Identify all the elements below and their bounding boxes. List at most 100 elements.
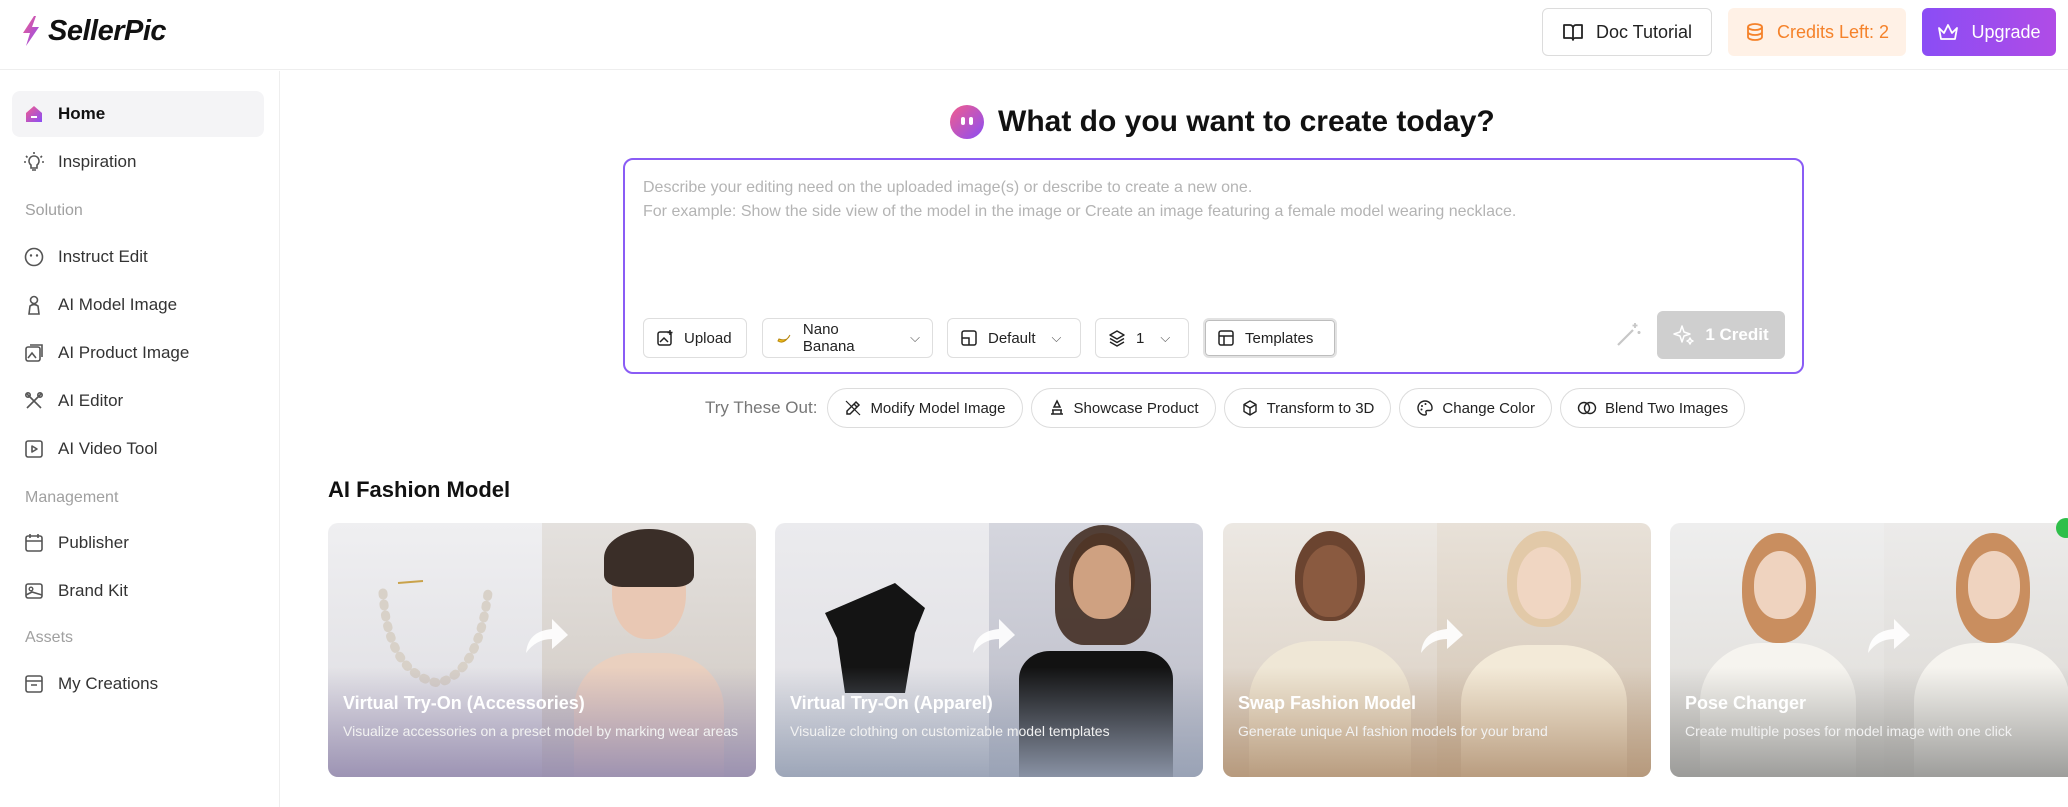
assistant-avatar-icon [950,105,984,139]
upgrade-label: Upgrade [1971,21,2041,42]
templates-icon [1218,330,1234,346]
video-icon [22,437,46,461]
card-overlay [1670,667,2068,777]
section-label-assets: Assets [25,629,74,646]
sidebar-item-ai-video-tool[interactable]: AI Video Tool [12,426,264,472]
sidebar-item-label: Inspiration [58,152,137,171]
sidebar-item-label: Instruct Edit [58,247,148,266]
card-title: Swap Fashion Model [1238,693,1417,713]
chip-transform-to-3d[interactable]: Transform to 3D [1223,388,1392,428]
ratio-select[interactable]: Default ⌵ [947,318,1081,358]
sidebar-item-label: My Creations [58,674,159,693]
aspect-ratio-icon [961,330,977,346]
chip-label: Modify Model Image [870,399,1006,417]
sidebar-item-label: Brand Kit [58,581,128,600]
sidebar-item-ai-product-image[interactable]: AI Product Image [12,330,264,376]
sidebar-item-ai-model-image[interactable]: AI Model Image [12,282,264,328]
ratio-select-value: Default [988,329,1036,347]
credits-label: Credits Left: 2 [1776,21,1890,42]
home-icon [22,102,46,126]
card-title: Virtual Try-On (Accessories) [343,693,585,713]
archive-icon [22,672,46,696]
arrow-right-icon [1421,619,1463,653]
prompt-input[interactable]: Describe your editing need on the upload… [623,158,1804,374]
model-select-value: Nano Banana [802,321,855,355]
arrow-right-icon [1868,619,1910,653]
count-select[interactable]: 1 ⌵ [1095,318,1189,358]
section-label-solution: Solution [25,202,83,219]
credits-button[interactable]: Credits Left: 2 [1728,8,1906,56]
upload-label: Upload [684,329,732,347]
model-select[interactable]: Nano Banana ⌵ [762,318,933,358]
chip-change-color[interactable]: Change Color [1399,388,1552,428]
chip-modify-model-image[interactable]: Modify Model Image [827,388,1023,428]
brand-name: SellerPic [48,14,167,47]
card-title: Virtual Try-On (Apparel) [790,693,993,713]
face-icon [22,245,46,269]
card-virtual-try-on-apparel[interactable]: Virtual Try-On (Apparel) Visualize cloth… [775,523,1203,777]
image-upload-icon [657,330,673,346]
card-overlay [1223,667,1651,777]
generate-label: 1 Credit [1705,325,1769,344]
card-description: Visualize clothing on customizable model… [790,723,1110,739]
arrow-right-icon [973,619,1015,653]
suggestion-row: Try These Out: Modify Model Image Showca… [705,388,1746,428]
palette-icon [22,579,46,603]
sidebar-item-label: AI Model Image [58,295,178,314]
blend-icon [1577,401,1597,415]
chip-showcase-product[interactable]: Showcase Product [1030,388,1216,428]
sidebar-item-label: AI Product Image [58,343,190,362]
chip-label: Showcase Product [1073,399,1199,417]
doc-tutorial-button[interactable]: Doc Tutorial [1542,8,1712,56]
card-description: Generate unique AI fashion models for yo… [1238,723,1548,739]
sidebar-item-label: Publisher [58,533,129,552]
chip-blend-two-images[interactable]: Blend Two Images [1559,388,1746,428]
templates-button[interactable]: Templates [1203,318,1337,358]
hero-heading: What do you want to create today? [950,100,1495,144]
card-virtual-try-on-accessories[interactable]: Virtual Try-On (Accessories) Visualize a… [328,523,756,777]
placeholder-line-2: For example: Show the side view of the m… [643,203,1517,220]
cube-icon [1242,400,1257,416]
chip-label: Blend Two Images [1604,399,1729,417]
upload-button[interactable]: Upload [643,318,747,358]
doc-tutorial-label: Doc Tutorial [1595,21,1693,42]
sidebar-item-ai-editor[interactable]: AI Editor [12,378,264,424]
sidebar-item-inspiration[interactable]: Inspiration [12,139,264,185]
chip-label: Change Color [1442,399,1535,417]
chevron-down-icon: ⌵ [910,330,920,345]
templates-label: Templates [1245,329,1314,347]
magic-wand-icon[interactable] [1613,320,1643,350]
sidebar-item-instruct-edit[interactable]: Instruct Edit [12,234,264,280]
upgrade-button[interactable]: Upgrade [1922,8,2056,56]
card-description: Create multiple poses for model image wi… [1685,723,2012,739]
top-header: SellerPic Doc Tutorial Credits Left: 2 U… [0,0,2068,70]
coins-icon [1747,23,1763,41]
calendar-icon [22,531,46,555]
card-pose-changer[interactable]: Pose Changer Create multiple poses for m… [1670,523,2068,777]
sidebar-item-label: Home [58,104,106,123]
card-description: Visualize accessories on a preset model … [343,723,739,739]
brand-logo[interactable]: SellerPic [20,14,167,48]
count-select-value: 1 [1136,329,1145,347]
sparkle-icon [1673,325,1695,345]
stand-icon [1050,399,1063,415]
sidebar-item-brand-kit[interactable]: Brand Kit [12,568,264,614]
generate-button[interactable]: 1 Credit [1657,311,1785,359]
chevron-down-icon: ⌵ [1160,330,1171,345]
card-swap-fashion-model[interactable]: Swap Fashion Model Generate unique AI fa… [1223,523,1651,777]
section-title-ai-fashion-model: AI Fashion Model [328,477,511,502]
chip-label: Transform to 3D [1266,399,1375,417]
arrow-right-icon [526,619,568,653]
model-icon [22,293,46,317]
sidebar: Home Inspiration Solution Instruct Edit … [0,71,280,807]
book-icon [1563,24,1583,41]
prompt-placeholder: Describe your editing need on the upload… [643,176,1516,224]
editor-icon [22,389,46,413]
bolt-logo-icon [23,16,39,46]
sidebar-item-label: AI Video Tool [58,439,158,458]
sidebar-item-my-creations[interactable]: My Creations [12,661,264,707]
product-icon [22,341,46,365]
card-overlay [775,667,1203,777]
sidebar-item-publisher[interactable]: Publisher [12,520,264,566]
sidebar-item-home[interactable]: Home [12,91,264,137]
